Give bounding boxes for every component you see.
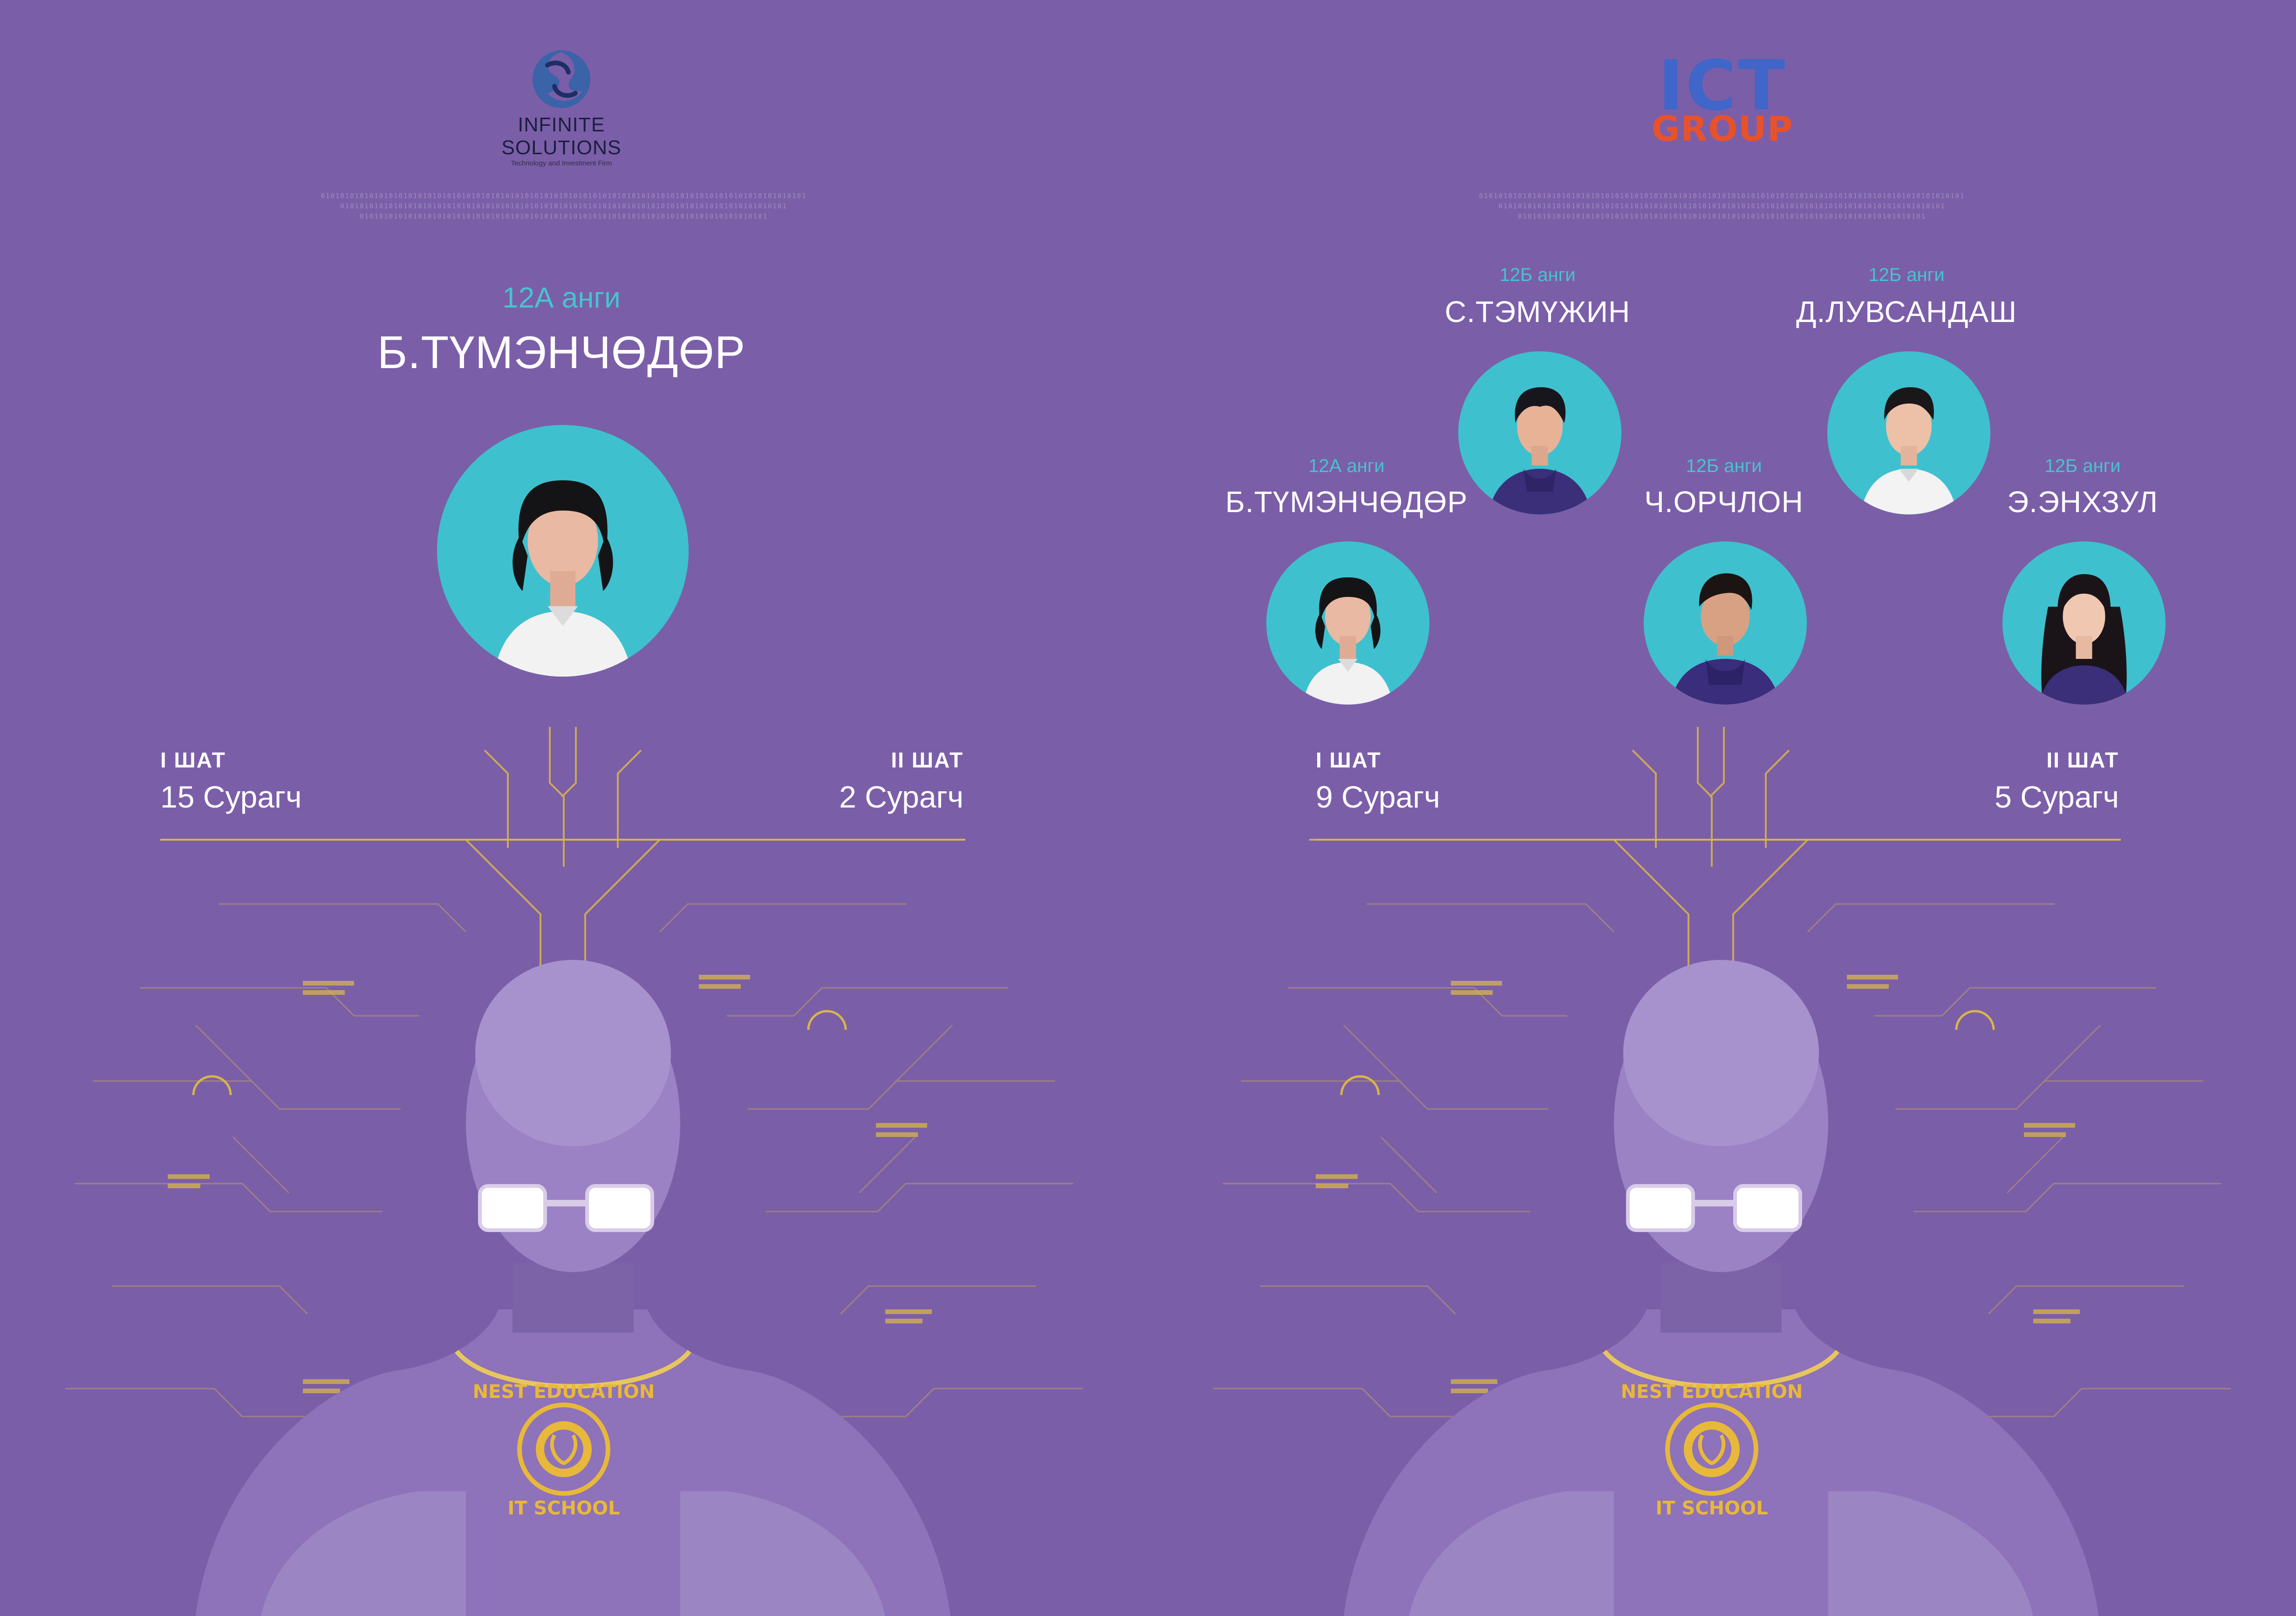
student-class-label: 12А анги xyxy=(502,282,621,314)
student-class-label: 12Б анги xyxy=(1686,456,1762,476)
student-portrait-icon xyxy=(437,425,689,677)
badge-line-1: NEST EDUCATION xyxy=(1621,1381,1803,1403)
infinite-swirl-icon xyxy=(533,50,590,108)
student-avatar xyxy=(2002,541,2166,705)
student-name: Б.ТҮМЭНЧӨДӨР xyxy=(1225,485,1468,519)
student-portrait-icon xyxy=(1266,541,1429,705)
student-portrait-icon xyxy=(1644,541,1807,705)
student-name: С.ТЭМҮЖИН xyxy=(1444,295,1631,329)
infinite-solutions-logo: INFINITE SOLUTIONS Technology and Invest… xyxy=(457,47,666,167)
binary-line: 0101010101010101010101010101010101010101… xyxy=(340,203,787,210)
ict-logo-line-2: GROUP xyxy=(1651,109,1794,149)
student-name: Э.ЭНХЗУЛ xyxy=(2007,485,2158,519)
student-name: Ч.ОРЧЛОН xyxy=(1644,485,1804,519)
circuit-lines xyxy=(161,727,964,988)
student-class-label: 12А анги xyxy=(1308,456,1385,476)
binary-line: 0101010101010101010101010101010101010101… xyxy=(1498,203,1946,210)
binary-line: 0101010101010101010101010101010101010101… xyxy=(321,192,807,200)
badge-line-2: IT SCHOOL xyxy=(507,1498,620,1519)
student-class-label: 12Б анги xyxy=(2044,456,2121,476)
student-avatar xyxy=(1644,541,1807,705)
student-avatar xyxy=(437,425,689,677)
student-name: Д.ЛУВСАНДАШ xyxy=(1796,295,2017,329)
binary-strip: 0101010101010101010101010101010101010101… xyxy=(1335,191,2109,222)
student-class-label: 12Б анги xyxy=(1868,265,1945,285)
left-panel: INFINITE SOLUTIONS Technology and Invest… xyxy=(0,0,1148,1616)
ict-group-logo: ICT GROUP xyxy=(1643,51,1802,154)
binary-line: 0101010101010101010101010101010101010101… xyxy=(1479,192,1965,200)
student-portrait-icon xyxy=(2002,541,2166,705)
circuit-mascot-illustration: NEST EDUCATION IT SCHOOL xyxy=(65,727,1083,1616)
binary-line: 0101010101010101010101010101010101010101… xyxy=(359,213,768,220)
binary-line: 0101010101010101010101010101010101010101… xyxy=(1517,213,1926,220)
badge-line-2: IT SCHOOL xyxy=(1655,1498,1768,1519)
stage-divider xyxy=(1316,839,2121,841)
student-class-label: 12Б анги xyxy=(1499,265,1576,285)
badge-line-1: NEST EDUCATION xyxy=(473,1381,655,1403)
stage-divider xyxy=(160,839,965,841)
student-avatar xyxy=(1266,541,1429,705)
logo-tagline: Technology and Investment Firm xyxy=(511,159,612,167)
right-panel: ICT GROUP 010101010101010101010101010101… xyxy=(1148,0,2296,1616)
circuit-lines xyxy=(1309,727,2112,988)
binary-strip: 0101010101010101010101010101010101010101… xyxy=(177,191,950,222)
student-name: Б.ТҮМЭНЧӨДӨР xyxy=(377,327,746,378)
circuit-mascot-illustration: NEST EDUCATION IT SCHOOL xyxy=(1213,727,2231,1616)
logo-company-name: INFINITE SOLUTIONS xyxy=(501,114,622,159)
